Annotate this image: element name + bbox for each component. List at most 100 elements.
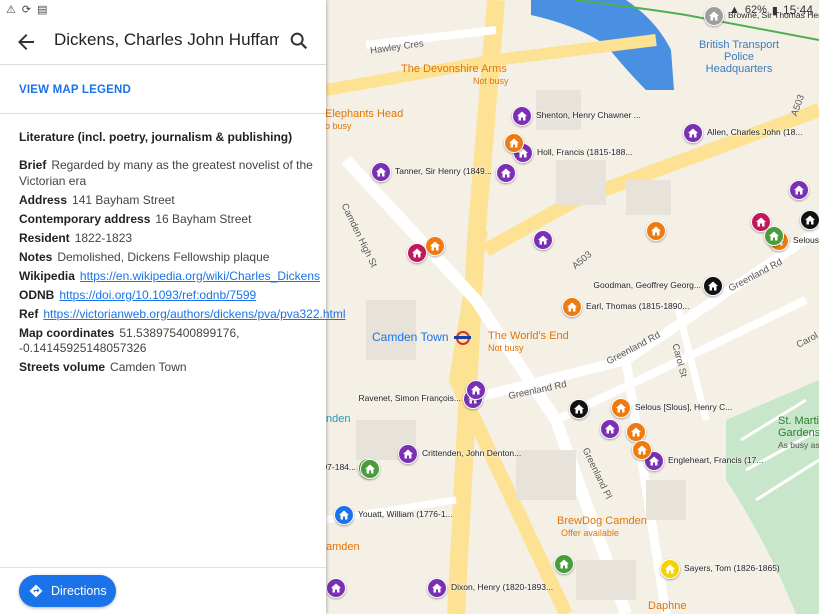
detail-link[interactable]: https://doi.org/10.1093/ref:odnb/7599 bbox=[59, 288, 256, 302]
house-icon bbox=[665, 564, 675, 574]
building-police-hq[interactable]: British Transport Police Headquarters bbox=[694, 39, 784, 75]
house-icon bbox=[365, 464, 375, 474]
house-icon bbox=[517, 111, 527, 121]
plaque-label[interactable]: Earl, Thomas (1815-1890... bbox=[586, 301, 689, 311]
plaque-label[interactable]: Selous [Slous], Henry C... bbox=[635, 402, 732, 412]
detail-key: Contemporary address bbox=[19, 211, 151, 226]
plaque-marker[interactable] bbox=[600, 419, 620, 439]
status-bar-icons: ⚠ ⟳ ▤ bbox=[6, 3, 48, 16]
house-icon bbox=[559, 559, 569, 569]
battery-percent: 62% bbox=[744, 4, 767, 16]
plaque-marker[interactable] bbox=[800, 210, 819, 230]
plaque-marker[interactable] bbox=[569, 399, 589, 419]
directions-icon bbox=[29, 584, 43, 598]
park-st-martin[interactable]: St. Martin Gardens As busy as it gets bbox=[778, 415, 819, 451]
plaque-marker[interactable] bbox=[512, 106, 532, 126]
plaque-marker[interactable] bbox=[660, 559, 680, 579]
plaque-label[interactable]: Tanner, Sir Henry (1849... bbox=[395, 166, 492, 176]
plaque-label[interactable]: Shenton, Henry Chawner ... bbox=[536, 110, 641, 120]
plaque-marker[interactable] bbox=[611, 398, 631, 418]
plaque-label[interactable]: Engleheart, Francis (17... bbox=[668, 455, 763, 465]
detail-key: ODNB bbox=[19, 287, 55, 302]
house-icon bbox=[616, 403, 626, 413]
detail-key: Resident bbox=[19, 230, 70, 245]
plaque-label[interactable]: Youatt, William (1776-1... bbox=[358, 509, 453, 519]
detail-row: Streets volume Camden Town bbox=[19, 360, 314, 376]
status-bar-right: ▲ 62% ▮ 15:44 bbox=[729, 3, 813, 17]
plaque-marker[interactable] bbox=[407, 243, 427, 263]
poi-devonshire-arms[interactable]: The Devonshire Arms Not busy bbox=[401, 63, 509, 87]
detail-link[interactable]: https://victorianweb.org/authors/dickens… bbox=[43, 307, 345, 321]
detail-row: Wikipedia https://en.wikipedia.org/wiki/C… bbox=[19, 269, 320, 285]
plaque-marker[interactable] bbox=[504, 133, 524, 153]
plaque-label[interactable]: Crittenden, John Denton... bbox=[422, 448, 521, 458]
plaque-marker[interactable] bbox=[334, 505, 354, 525]
plaque-label[interactable]: Dixon, Henry (1820-1893... bbox=[451, 582, 553, 592]
house-icon bbox=[649, 456, 659, 466]
app-bar: Dickens, Charles John Huffam (1... bbox=[0, 18, 326, 65]
poi-name: Elephants Head bbox=[326, 108, 404, 120]
plaque-marker[interactable] bbox=[360, 459, 380, 479]
house-icon bbox=[339, 510, 349, 520]
house-icon bbox=[376, 167, 386, 177]
divider bbox=[0, 113, 326, 114]
plaque-marker[interactable] bbox=[789, 180, 809, 200]
plaque-label[interactable]: Goodman, Geoffrey Georg... bbox=[593, 280, 701, 290]
plaque-label[interactable]: Holl, Francis (1815-188... bbox=[537, 147, 632, 157]
plaque-marker[interactable] bbox=[326, 578, 346, 598]
detail-row: Notes Demolished, Dickens Fellowship plaq… bbox=[19, 250, 314, 266]
house-icon bbox=[688, 128, 698, 138]
plaque-marker[interactable] bbox=[626, 422, 646, 442]
plaque-label[interactable]: Sayers, Tom (1826-1865) bbox=[684, 563, 780, 573]
plaque-marker[interactable] bbox=[398, 444, 418, 464]
house-icon bbox=[538, 235, 548, 245]
plaque-marker[interactable] bbox=[466, 380, 486, 400]
plaque-label[interactable]: Allen, Charles John (18... bbox=[707, 127, 802, 137]
plaque-label[interactable]: Ravenet, Simon François... bbox=[358, 393, 461, 403]
search-button[interactable] bbox=[288, 30, 310, 52]
plaque-marker[interactable] bbox=[554, 554, 574, 574]
detail-value: 1822-1823 bbox=[74, 230, 133, 245]
plaque-marker[interactable] bbox=[683, 123, 703, 143]
detail-value: Demolished, Dickens Fellowship plaque bbox=[57, 249, 270, 264]
plaque-marker[interactable] bbox=[427, 578, 447, 598]
station-camden-town[interactable]: Camden Town bbox=[372, 330, 471, 345]
plaque-label[interactable]: Selous bbox=[793, 235, 819, 245]
plaque-marker[interactable] bbox=[632, 440, 652, 460]
house-icon bbox=[471, 385, 481, 395]
warning-icon: ⚠ bbox=[6, 4, 16, 16]
detail-value: Camden Town bbox=[110, 360, 187, 374]
poi-brewdog[interactable]: BrewDog Camden Offer available bbox=[557, 515, 647, 539]
poi-camden-partial[interactable]: amden bbox=[326, 541, 360, 553]
map-view[interactable]: Hawley Cres Camden High St A503 A503 Gre… bbox=[326, 0, 819, 614]
detail-key: Brief bbox=[19, 158, 47, 172]
battery-icon: ▮ bbox=[771, 4, 778, 17]
detail-value: Regarded by many as the greatest novelis… bbox=[19, 158, 313, 188]
arrow-left-icon bbox=[18, 34, 34, 50]
plaque-marker[interactable] bbox=[425, 236, 445, 256]
page-title: Dickens, Charles John Huffam (1... bbox=[54, 30, 279, 49]
plaque-marker[interactable] bbox=[496, 163, 516, 183]
plaque-marker[interactable] bbox=[562, 297, 582, 317]
poi-elephants-head[interactable]: Elephants Head o busy bbox=[326, 108, 403, 132]
detail-key: Map coordinates bbox=[19, 325, 115, 340]
plaque-marker[interactable] bbox=[371, 162, 391, 182]
plaque-marker[interactable] bbox=[646, 221, 666, 241]
detail-link[interactable]: https://en.wikipedia.org/wiki/Charles_Di… bbox=[80, 269, 320, 283]
view-map-legend-link[interactable]: VIEW MAP LEGEND bbox=[19, 84, 131, 96]
plaque-marker[interactable] bbox=[533, 230, 553, 250]
plaque-marker[interactable] bbox=[704, 6, 724, 26]
poi-name: The World's End bbox=[488, 330, 569, 342]
back-button[interactable] bbox=[14, 30, 38, 54]
plaque-marker[interactable] bbox=[703, 276, 723, 296]
poi-worlds-end[interactable]: The World's End Not busy bbox=[488, 330, 569, 354]
detail-list: Brief Regarded by many as the greatest no… bbox=[19, 158, 346, 379]
poi-daphne[interactable]: Daphne bbox=[648, 600, 687, 612]
poi-nden-partial[interactable]: nden bbox=[326, 413, 350, 425]
poi-status: Not busy bbox=[488, 343, 524, 353]
plaque-marker[interactable] bbox=[764, 226, 784, 246]
station-label: Camden Town bbox=[372, 330, 449, 345]
plaque-label[interactable]: hard (1797-184... bbox=[326, 462, 356, 472]
directions-button[interactable]: Directions bbox=[19, 575, 116, 607]
house-icon bbox=[509, 138, 519, 148]
